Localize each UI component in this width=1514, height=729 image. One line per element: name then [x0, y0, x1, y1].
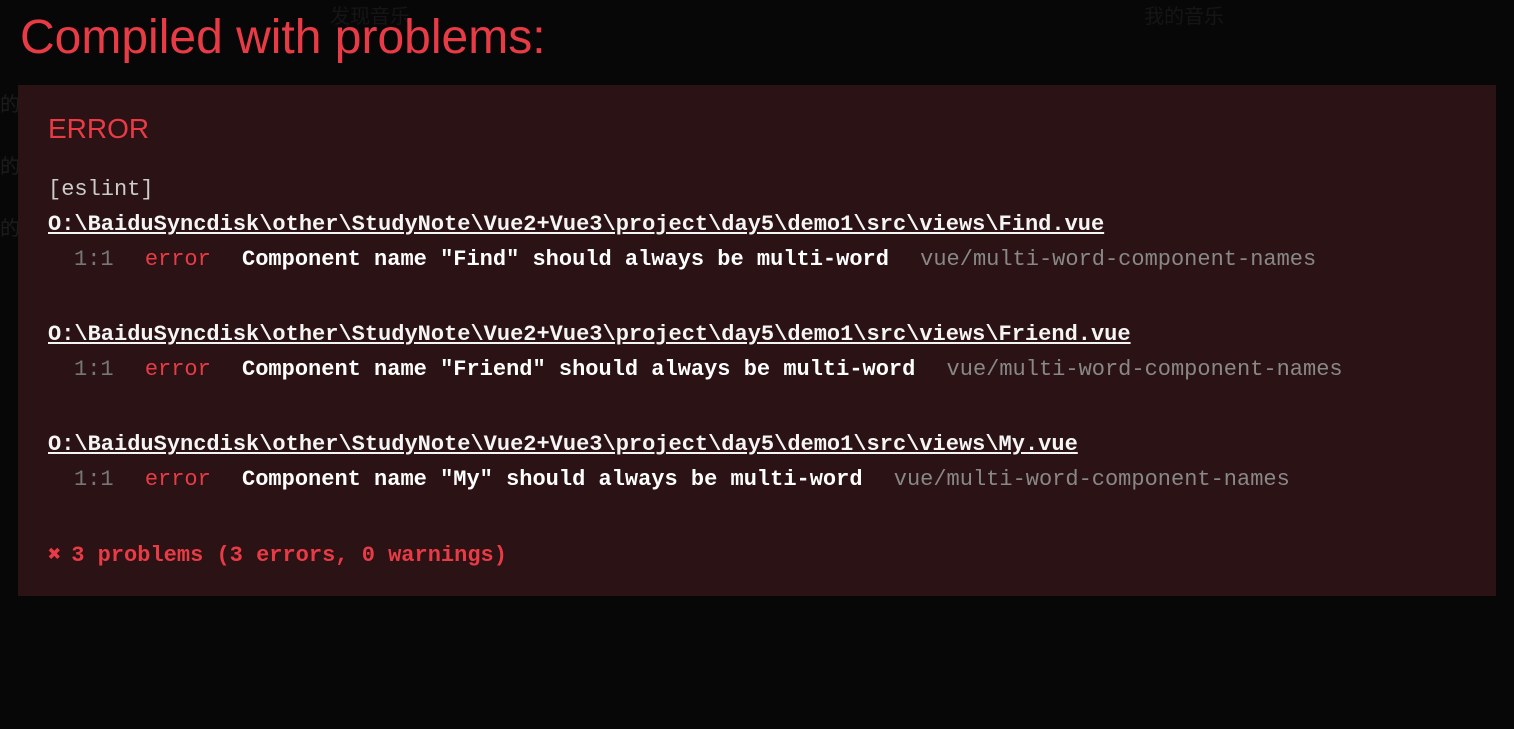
- file-path-link[interactable]: O:\BaiduSyncdisk\other\StudyNote\Vue2+Vu…: [48, 212, 1466, 237]
- error-block: O:\BaiduSyncdisk\other\StudyNote\Vue2+Vu…: [48, 212, 1466, 272]
- error-panel: ERROR [eslint] O:\BaiduSyncdisk\other\St…: [18, 85, 1496, 596]
- error-block: O:\BaiduSyncdisk\other\StudyNote\Vue2+Vu…: [48, 322, 1466, 382]
- error-level: error: [145, 467, 211, 492]
- file-path-link[interactable]: O:\BaiduSyncdisk\other\StudyNote\Vue2+Vu…: [48, 322, 1466, 347]
- line-number: 1:1: [74, 467, 114, 492]
- error-message: Component name "My" should always be mul…: [242, 467, 863, 492]
- x-icon: ✖: [48, 542, 61, 568]
- error-block: O:\BaiduSyncdisk\other\StudyNote\Vue2+Vu…: [48, 432, 1466, 492]
- eslint-rule: vue/multi-word-component-names: [947, 357, 1343, 382]
- error-level: error: [145, 247, 211, 272]
- error-message: Component name "Find" should always be m…: [242, 247, 889, 272]
- error-detail-line: 1:1 error Component name "Find" should a…: [48, 247, 1466, 272]
- error-label: ERROR: [48, 113, 1466, 145]
- error-overlay[interactable]: Compiled with problems: ERROR [eslint] O…: [0, 0, 1514, 729]
- line-number: 1:1: [74, 357, 114, 382]
- line-number: 1:1: [74, 247, 114, 272]
- summary-text: 3 problems (3 errors, 0 warnings): [71, 543, 507, 568]
- error-detail-line: 1:1 error Component name "Friend" should…: [48, 357, 1466, 382]
- error-message: Component name "Friend" should always be…: [242, 357, 915, 382]
- problems-summary: ✖ 3 problems (3 errors, 0 warnings): [48, 542, 1466, 568]
- overlay-title: Compiled with problems:: [0, 0, 1514, 85]
- error-detail-line: 1:1 error Component name "My" should alw…: [48, 467, 1466, 492]
- eslint-rule: vue/multi-word-component-names: [894, 467, 1290, 492]
- error-level: error: [145, 357, 211, 382]
- eslint-rule: vue/multi-word-component-names: [920, 247, 1316, 272]
- eslint-tag: [eslint]: [48, 177, 1466, 202]
- file-path-link[interactable]: O:\BaiduSyncdisk\other\StudyNote\Vue2+Vu…: [48, 432, 1466, 457]
